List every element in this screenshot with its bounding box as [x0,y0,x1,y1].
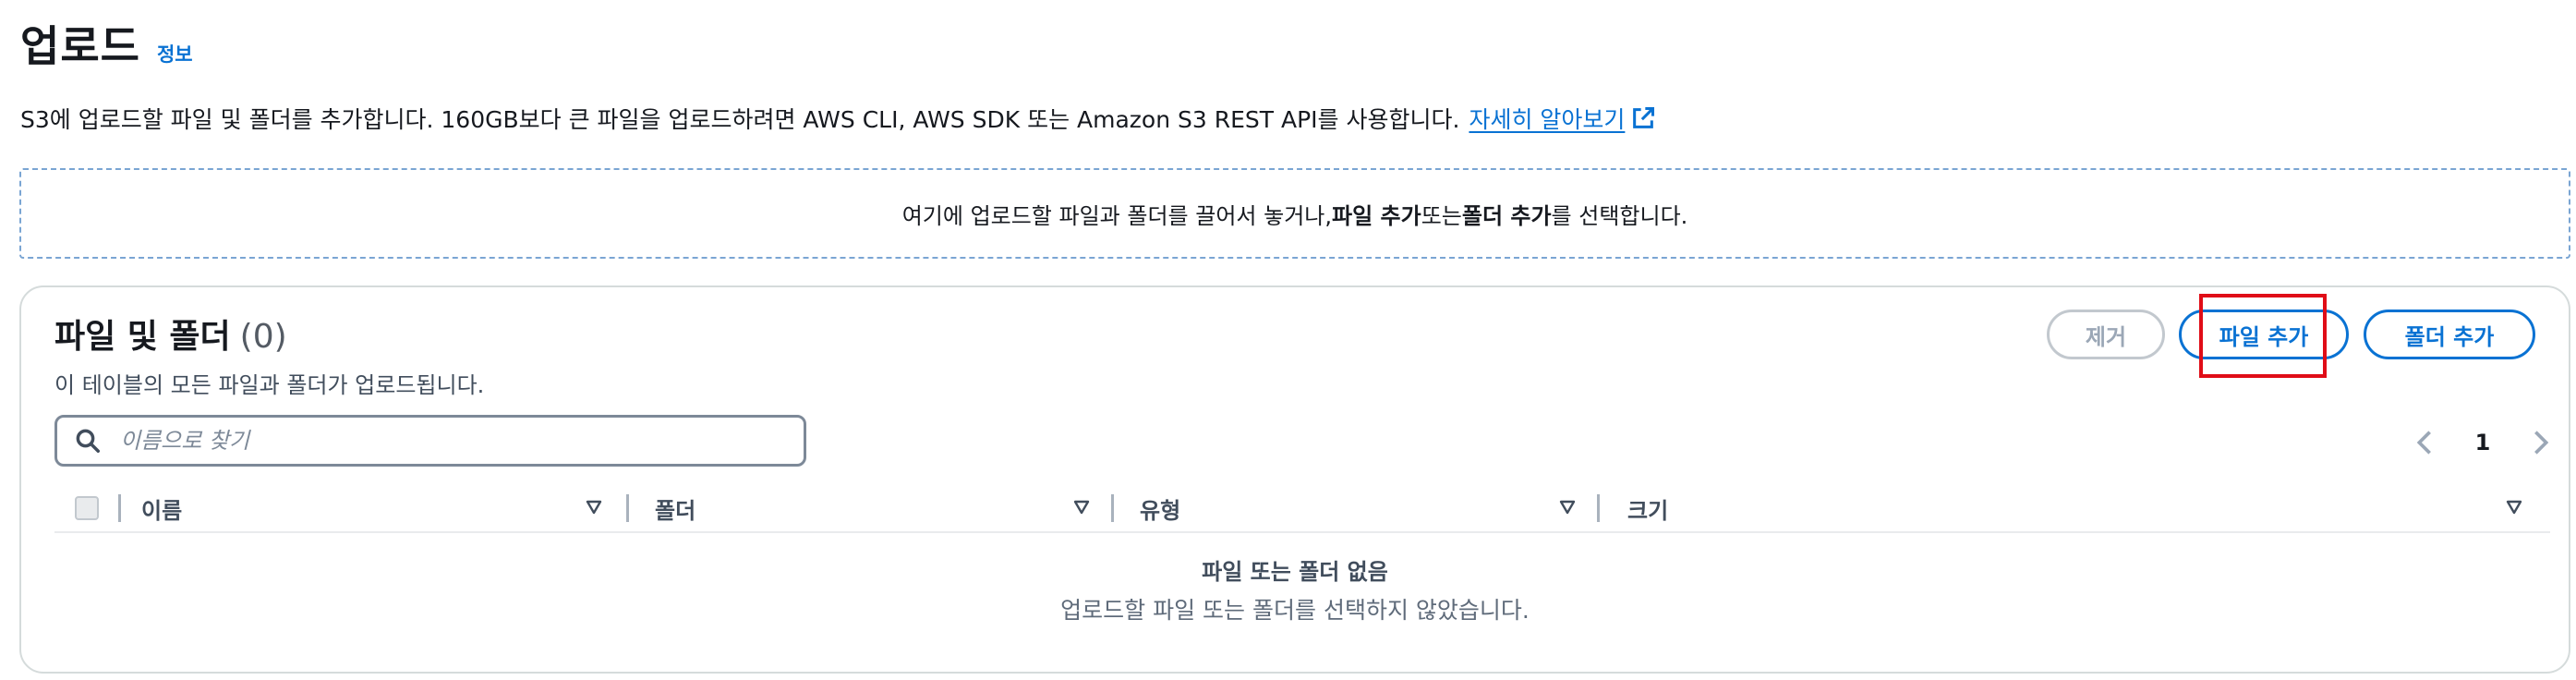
column-header-size[interactable]: 크기 [1627,492,1668,525]
drop-zone-middle: 또는 [1421,202,1462,229]
column-separator[interactable] [626,494,629,522]
info-link[interactable]: 정보 [157,40,193,67]
learn-more-link[interactable]: 자세히 알아보기 [1469,102,1656,135]
empty-state-title: 파일 또는 폴더 없음 [1202,559,1388,585]
external-link-icon [1633,106,1655,128]
table-header: 이름 폴더 유형 크기 [54,480,2550,533]
page-description: S3에 업로드할 파일 및 폴더를 추가합니다. 160GB보다 큰 파일을 업… [20,102,1656,135]
table-count: (0) [239,318,287,356]
search-input[interactable] [118,427,765,455]
select-all-checkbox[interactable] [75,496,99,520]
sort-icon[interactable] [586,500,602,515]
page-header: 업로드 정보 [20,13,193,74]
column-separator [118,494,121,522]
drop-zone[interactable]: 여기에 업로드할 파일과 폴더를 끌어서 놓거나, 파일 추가 또는 폴더 추가… [19,168,2570,259]
drop-zone-add-files: 파일 추가 [1332,202,1421,229]
files-and-folders-panel: 파일 및 폴더 (0) 이 테이블의 모든 파일과 폴더가 업로드됩니다. 제거… [19,285,2570,674]
page-number[interactable]: 1 [2475,430,2491,455]
column-separator[interactable] [1597,494,1600,522]
add-files-button[interactable]: 파일 추가 [2179,310,2349,359]
column-header-folder[interactable]: 폴더 [655,492,695,525]
table-description: 이 테이블의 모든 파일과 폴더가 업로드됩니다. [54,372,485,398]
search-icon [76,429,100,453]
table-title: 파일 및 폴더 (0) [54,310,287,358]
search-box[interactable] [54,415,806,467]
column-header-type[interactable]: 유형 [1140,492,1180,525]
page-title: 업로드 [20,21,140,71]
chevron-left-icon[interactable] [2413,427,2436,458]
drop-zone-add-folder: 폴더 추가 [1461,202,1552,229]
sort-icon[interactable] [2506,500,2522,515]
column-header-name[interactable]: 이름 [141,492,182,525]
add-folder-button[interactable]: 폴더 추가 [2364,310,2535,359]
table-title-text: 파일 및 폴더 [54,318,231,356]
remove-button[interactable]: 제거 [2047,310,2165,359]
pagination: 1 [2413,424,2552,461]
chevron-right-icon[interactable] [2530,427,2552,458]
sort-icon[interactable] [1073,500,1090,515]
sort-icon[interactable] [1559,500,1576,515]
drop-zone-prefix: 여기에 업로드할 파일과 폴더를 끌어서 놓거나, [901,202,1332,229]
column-separator[interactable] [1111,494,1114,522]
empty-state-description: 업로드할 파일 또는 폴더를 선택하지 않았습니다. [1060,597,1530,624]
drop-zone-suffix: 를 선택합니다. [1551,202,1688,229]
description-text: S3에 업로드할 파일 및 폴더를 추가합니다. 160GB보다 큰 파일을 업… [20,106,1460,133]
learn-more-label: 자세히 알아보기 [1469,106,1626,133]
